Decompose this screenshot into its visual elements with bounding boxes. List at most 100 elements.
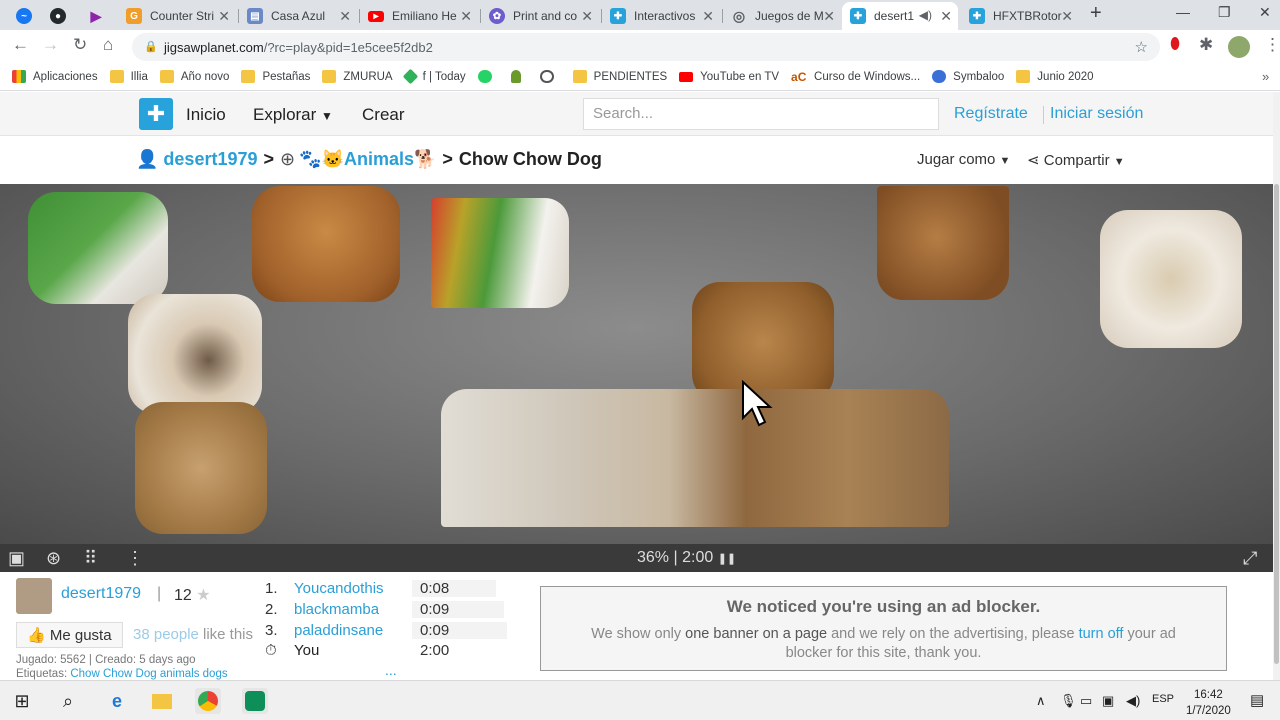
close-icon[interactable]: ✕	[940, 8, 952, 25]
bookmark-zmurua[interactable]: ZMURUA	[322, 70, 393, 83]
author-name[interactable]: desert1979	[61, 585, 141, 603]
tab-hfxtb[interactable]: ✚ HFXTBRotor ✕	[961, 2, 1079, 30]
home-button[interactable]: ⌂	[103, 35, 113, 55]
clock[interactable]: 16:42 1/7/2020	[1186, 687, 1231, 719]
puzzle-piece[interactable]	[135, 402, 267, 534]
whatsapp-app-icon[interactable]	[242, 688, 268, 714]
bookmark-today[interactable]: f | Today	[402, 68, 466, 85]
puzzle-piece[interactable]	[441, 389, 949, 527]
leaderboard-player[interactable]: blackmamba	[294, 601, 379, 618]
windows-start-icon[interactable]: ⊞	[9, 688, 35, 714]
opera-extension-icon[interactable]: ⬮	[1170, 36, 1180, 54]
maximize-button[interactable]: ❐	[1218, 4, 1231, 21]
bookmark-symbaloo[interactable]: Symbaloo	[932, 70, 1004, 83]
menu-kebab-icon[interactable]: ⋮	[1264, 35, 1280, 55]
close-icon[interactable]: ✕	[218, 8, 230, 25]
like-count[interactable]: 38 people	[133, 626, 199, 643]
tab-juegos[interactable]: ◎ Juegos de M ✕	[723, 2, 841, 30]
bookmark-whatsapp[interactable]	[477, 70, 499, 83]
bookmark-curso-windows[interactable]: aC Curso de Windows...	[791, 70, 920, 84]
page-scrollbar[interactable]	[1273, 92, 1280, 680]
nav-crear[interactable]: Crear	[362, 105, 405, 125]
bookmark-apps[interactable]: Aplicaciones	[12, 70, 98, 83]
reload-button[interactable]: ↻	[73, 35, 87, 55]
puzzle-piece[interactable]	[128, 294, 262, 414]
leaderboard-player[interactable]: paladdinsane	[294, 622, 383, 639]
more-options-icon[interactable]: ⋮	[126, 548, 144, 569]
bookmark-pendientes[interactable]: PENDIENTES	[572, 70, 667, 83]
back-button[interactable]: ←	[12, 35, 29, 55]
scatter-pieces-icon[interactable]: ⠿	[84, 548, 97, 569]
ghost-image-icon[interactable]: ⊛	[46, 548, 61, 569]
close-icon[interactable]: ✕	[1061, 8, 1073, 25]
puzzle-piece[interactable]	[431, 198, 569, 308]
profile-avatar[interactable]	[1228, 36, 1250, 58]
close-icon[interactable]: ✕	[339, 8, 351, 25]
tab-github[interactable]: ●	[42, 2, 78, 30]
puzzle-piece[interactable]	[252, 186, 400, 302]
tag-links[interactable]: Chow Chow Dog animals dogs	[70, 668, 227, 680]
tab-messenger[interactable]: ~	[8, 2, 42, 30]
close-icon[interactable]: ✕	[823, 8, 835, 25]
jigsawplanet-logo[interactable]: ✚	[139, 98, 173, 130]
volume-icon[interactable]: ◀)	[1126, 693, 1140, 709]
puzzle-board[interactable]	[0, 184, 1273, 544]
breadcrumb-category[interactable]: Animals	[344, 149, 414, 170]
bookmarks-overflow-icon[interactable]: »	[1262, 69, 1269, 84]
bookmark-history[interactable]	[539, 70, 561, 83]
new-tab-button[interactable]: +	[1090, 2, 1102, 25]
notifications-icon[interactable]: ▤	[1250, 691, 1264, 709]
image-preview-icon[interactable]: ▣	[8, 548, 25, 569]
pause-icon[interactable]: ❚❚	[718, 553, 736, 565]
login-link[interactable]: Iniciar sesión	[1050, 105, 1143, 123]
puzzle-piece[interactable]	[28, 192, 168, 304]
leaderboard-more[interactable]: ...	[385, 662, 397, 678]
tray-overflow-icon[interactable]: ∧	[1036, 693, 1046, 709]
language-indicator[interactable]: ESP	[1152, 693, 1174, 705]
battery-icon[interactable]: ▭	[1080, 693, 1092, 709]
scrollbar-thumb[interactable]	[1274, 184, 1279, 664]
address-bar[interactable]: 🔒 jigsawplanet.com/?rc=play&pid=1e5cee5f…	[132, 33, 1160, 61]
leaderboard-player[interactable]: Youcandothis	[294, 580, 384, 597]
bookmark-ano-novo[interactable]: Año novo	[159, 70, 229, 83]
chrome-icon[interactable]	[195, 688, 221, 714]
puzzle-piece[interactable]	[877, 186, 1009, 300]
play-as-dropdown[interactable]: Jugar como ▼	[917, 151, 1010, 168]
bookmark-star-icon[interactable]: ☆	[1135, 38, 1148, 56]
fullscreen-icon[interactable]: ⤢	[1243, 548, 1257, 569]
bookmark-chess[interactable]	[510, 70, 528, 83]
bookmark-youtube-tv[interactable]: YouTube en TV	[679, 71, 779, 83]
edge-icon[interactable]: e	[104, 688, 130, 714]
tab-play[interactable]: ▶	[80, 2, 114, 30]
bookmark-pestanas[interactable]: Pestañas	[241, 70, 310, 83]
speaker-icon[interactable]: ◀)	[919, 8, 932, 22]
network-icon[interactable]: ▣	[1102, 693, 1114, 709]
tab-counter-strike[interactable]: G Counter Stri ✕	[118, 2, 236, 30]
minimize-button[interactable]: —	[1176, 4, 1190, 20]
close-icon[interactable]: ✕	[460, 8, 472, 25]
nav-explorar[interactable]: Explorar ▼	[253, 105, 333, 125]
breadcrumb-user[interactable]: desert1979	[163, 149, 257, 170]
microphone-icon[interactable]: 🎙	[1060, 693, 1077, 709]
tab-casa-azul[interactable]: ▤ Casa Azul ✕	[239, 2, 357, 30]
extensions-icon[interactable]: ✱	[1199, 35, 1213, 55]
close-icon[interactable]: ✕	[581, 8, 593, 25]
bookmark-illia[interactable]: Illia	[109, 70, 148, 83]
bookmark-junio[interactable]: Junio 2020	[1016, 70, 1094, 83]
search-input[interactable]: Search...	[583, 98, 939, 130]
register-link[interactable]: Regístrate	[954, 105, 1028, 123]
share-dropdown[interactable]: ⋖ Compartir ▼	[1027, 151, 1125, 169]
nav-inicio[interactable]: Inicio	[186, 105, 226, 125]
forward-button[interactable]: →	[42, 35, 59, 55]
file-explorer-icon[interactable]	[152, 693, 172, 709]
close-icon[interactable]: ✕	[702, 8, 714, 25]
window-close-button[interactable]: ✕	[1259, 4, 1271, 21]
author-avatar[interactable]	[16, 578, 52, 614]
like-button[interactable]: 👍 Me gusta	[16, 622, 123, 648]
search-icon[interactable]: ⌕	[55, 688, 81, 714]
tab-desert-active[interactable]: ✚ desert1 ◀) ✕	[842, 2, 958, 30]
puzzle-piece[interactable]	[1100, 210, 1242, 348]
tab-emiliano[interactable]: ▸ Emiliano He ✕	[360, 2, 478, 30]
tab-interactivos[interactable]: ✚ Interactivos ✕	[602, 2, 720, 30]
tab-print[interactable]: ✿ Print and co ✕	[481, 2, 599, 30]
